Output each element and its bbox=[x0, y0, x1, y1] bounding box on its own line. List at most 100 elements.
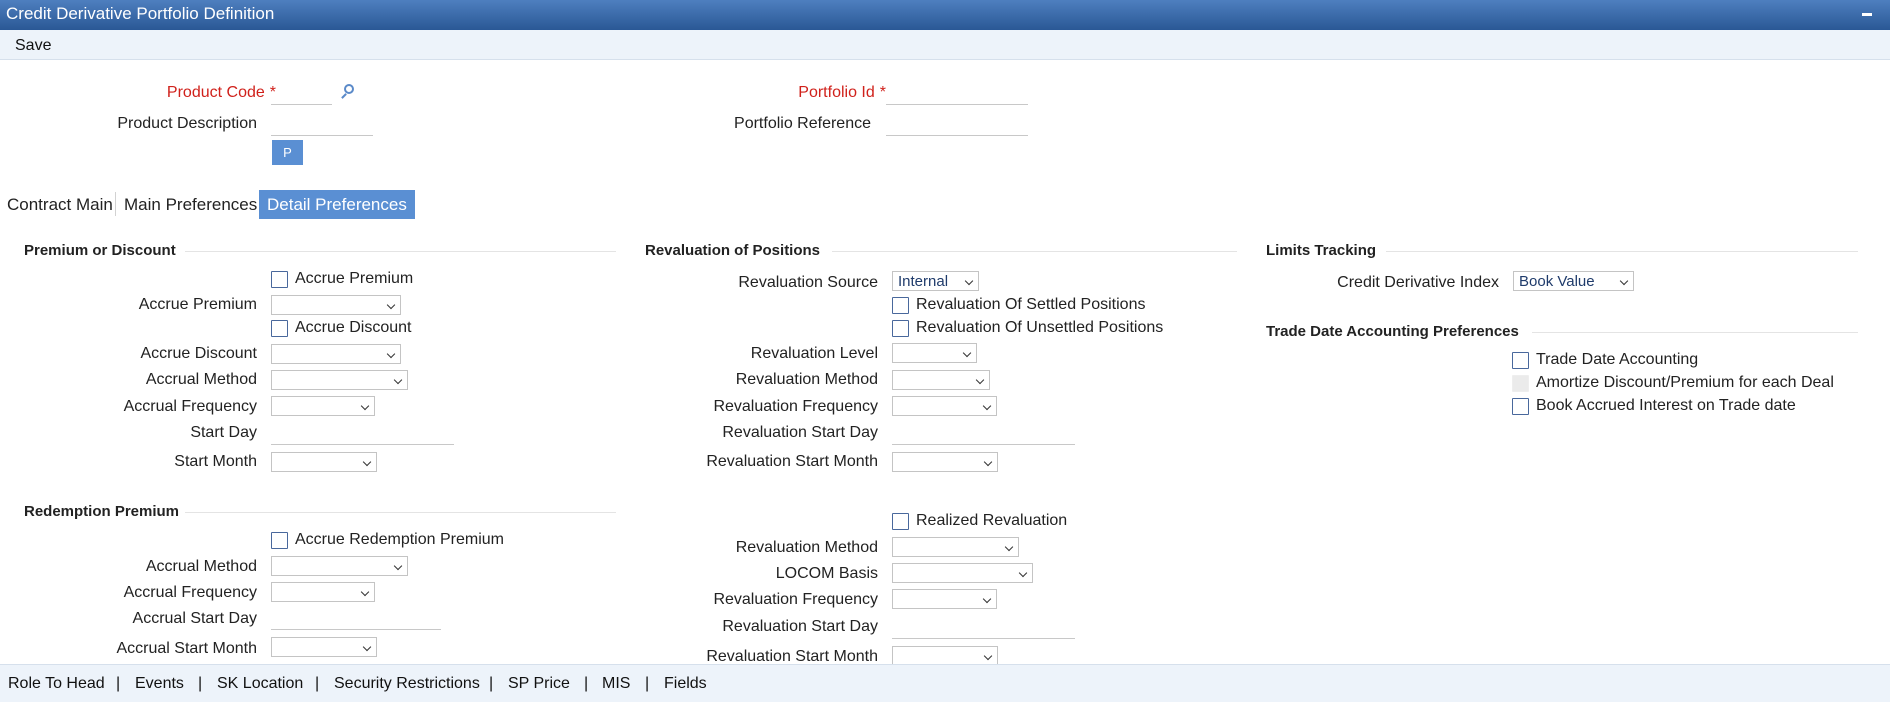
accrue-discount-checkbox[interactable]: Accrue Discount bbox=[271, 319, 451, 339]
redemption-accrual-method-label: Accrual Method bbox=[145, 558, 257, 575]
revaluation-start-month-label: Revaluation Start Month bbox=[706, 453, 878, 470]
chevron-down-icon bbox=[362, 642, 372, 652]
accrual-method-select[interactable] bbox=[271, 370, 408, 390]
checkbox-box[interactable] bbox=[892, 513, 909, 530]
checkbox-box[interactable] bbox=[1512, 375, 1529, 392]
chevron-down-icon bbox=[386, 349, 396, 359]
revaluation-level-select[interactable] bbox=[892, 343, 977, 363]
revaluation-start-day-label: Revaluation Start Day bbox=[722, 424, 878, 441]
revaluation-start-month-select[interactable] bbox=[892, 452, 998, 472]
credit-derivative-index-select[interactable]: Book Value bbox=[1513, 271, 1634, 291]
portfolio-reference-label: Portfolio Reference bbox=[734, 115, 871, 132]
footer-link-events[interactable]: Events bbox=[135, 675, 184, 693]
window-title: Credit Derivative Portfolio Definition bbox=[6, 4, 275, 23]
realized-revaluation-checkbox[interactable]: Realized Revaluation bbox=[892, 512, 1072, 532]
realized-revaluation-start-day-label: Revaluation Start Day bbox=[722, 618, 878, 635]
accrual-start-day-input[interactable] bbox=[271, 610, 441, 630]
revaluation-source-label: Revaluation Source bbox=[738, 274, 878, 291]
checkbox-box[interactable] bbox=[271, 532, 288, 549]
checkbox-box[interactable] bbox=[1512, 352, 1529, 369]
redemption-accrual-frequency-select[interactable] bbox=[271, 582, 375, 602]
revaluation-frequency-select[interactable] bbox=[892, 396, 997, 416]
realized-revaluation-frequency-label: Revaluation Frequency bbox=[713, 591, 878, 608]
save-button[interactable]: Save bbox=[15, 37, 51, 55]
book-accrued-interest-checkbox[interactable]: Book Accrued Interest on Trade date bbox=[1512, 397, 1832, 417]
footer-link-sp-price[interactable]: SP Price bbox=[508, 675, 570, 693]
checkbox-box[interactable] bbox=[271, 320, 288, 337]
accrual-start-month-select[interactable] bbox=[271, 637, 377, 657]
chevron-down-icon bbox=[362, 457, 372, 467]
product-code-label: Product Code * bbox=[166, 84, 276, 101]
accrue-premium-checkbox[interactable]: Accrue Premium bbox=[271, 270, 451, 290]
accrual-start-day-label: Accrual Start Day bbox=[132, 610, 257, 627]
checkbox-box[interactable] bbox=[271, 271, 288, 288]
product-code-input[interactable] bbox=[271, 85, 332, 105]
footer-separator: | bbox=[315, 675, 320, 692]
amortize-discount-checkbox[interactable]: Amortize Discount/Premium for each Deal bbox=[1512, 374, 1842, 394]
footer-separator: | bbox=[584, 675, 589, 692]
chevron-down-icon bbox=[983, 651, 993, 661]
chevron-down-icon bbox=[1018, 568, 1028, 578]
realized-revaluation-frequency-select[interactable] bbox=[892, 589, 997, 609]
chevron-down-icon bbox=[393, 561, 403, 571]
realized-revaluation-method-label: Revaluation Method bbox=[735, 539, 878, 556]
footer-separator: | bbox=[645, 675, 650, 692]
footer-link-fields[interactable]: Fields bbox=[664, 675, 707, 693]
portfolio-id-input[interactable] bbox=[886, 85, 1028, 105]
start-month-label: Start Month bbox=[174, 453, 257, 470]
revaluation-settled-checkbox[interactable]: Revaluation Of Settled Positions bbox=[892, 296, 1152, 316]
section-divider bbox=[832, 251, 1237, 252]
chevron-down-icon bbox=[1004, 542, 1014, 552]
footer-link-mis[interactable]: MIS bbox=[602, 675, 630, 693]
chevron-down-icon bbox=[975, 375, 985, 385]
p-button[interactable]: P bbox=[272, 140, 303, 165]
accrual-frequency-label: Accrual Frequency bbox=[123, 398, 257, 415]
revaluation-unsettled-checkbox[interactable]: Revaluation Of Unsettled Positions bbox=[892, 319, 1167, 339]
section-divider bbox=[1532, 332, 1858, 333]
footer-separator: | bbox=[489, 675, 494, 692]
checkbox-box[interactable] bbox=[1512, 398, 1529, 415]
footer-link-role-to-head[interactable]: Role To Head bbox=[8, 675, 105, 693]
portfolio-reference-input[interactable] bbox=[886, 116, 1028, 136]
chevron-down-icon bbox=[360, 587, 370, 597]
footer-separator: | bbox=[198, 675, 203, 692]
redemption-premium-heading: Redemption Premium bbox=[24, 503, 180, 520]
trade-date-accounting-checkbox[interactable]: Trade Date Accounting bbox=[1512, 351, 1712, 371]
redemption-accrual-method-select[interactable] bbox=[271, 556, 408, 576]
portfolio-id-label: Portfolio Id * bbox=[798, 84, 886, 101]
revaluation-frequency-label: Revaluation Frequency bbox=[713, 398, 878, 415]
product-description-label: Product Description bbox=[117, 115, 257, 132]
start-month-select[interactable] bbox=[271, 452, 377, 472]
accrue-premium-select[interactable] bbox=[271, 295, 401, 315]
toolbar: Save bbox=[0, 30, 1890, 60]
realized-revaluation-start-month-select[interactable] bbox=[892, 646, 998, 666]
checkbox-box[interactable] bbox=[892, 297, 909, 314]
tab-detail-preferences[interactable]: Detail Preferences bbox=[259, 190, 415, 219]
revaluation-method-select[interactable] bbox=[892, 370, 990, 390]
revaluation-method-label: Revaluation Method bbox=[735, 371, 878, 388]
accrue-discount-select[interactable] bbox=[271, 344, 401, 364]
revaluation-start-day-input[interactable] bbox=[892, 425, 1075, 445]
tab-main-preferences[interactable]: Main Preferences bbox=[124, 190, 257, 219]
accrual-frequency-select[interactable] bbox=[271, 396, 375, 416]
realized-revaluation-start-day-input[interactable] bbox=[892, 619, 1075, 639]
revaluation-source-select[interactable]: Internal bbox=[892, 271, 979, 291]
chevron-down-icon bbox=[982, 594, 992, 604]
chevron-down-icon bbox=[360, 401, 370, 411]
search-icon[interactable] bbox=[340, 84, 356, 100]
minimize-icon[interactable] bbox=[1862, 13, 1872, 16]
credit-derivative-index-label: Credit Derivative Index bbox=[1337, 274, 1499, 291]
tab-divider bbox=[115, 192, 116, 216]
footer-link-security-restrictions[interactable]: Security Restrictions bbox=[334, 675, 480, 693]
start-day-input[interactable] bbox=[271, 425, 454, 445]
checkbox-box[interactable] bbox=[892, 320, 909, 337]
accrual-method-label: Accrual Method bbox=[145, 371, 257, 388]
realized-revaluation-method-select[interactable] bbox=[892, 537, 1019, 557]
trade-date-heading: Trade Date Accounting Preferences bbox=[1266, 323, 1519, 340]
locom-basis-select[interactable] bbox=[892, 563, 1033, 583]
tab-contract-main[interactable]: Contract Main bbox=[7, 190, 113, 219]
accrue-redemption-premium-checkbox[interactable]: Accrue Redemption Premium bbox=[271, 531, 511, 551]
chevron-down-icon bbox=[982, 401, 992, 411]
product-description-input[interactable] bbox=[271, 116, 373, 136]
footer-link-sk-location[interactable]: SK Location bbox=[217, 675, 303, 693]
